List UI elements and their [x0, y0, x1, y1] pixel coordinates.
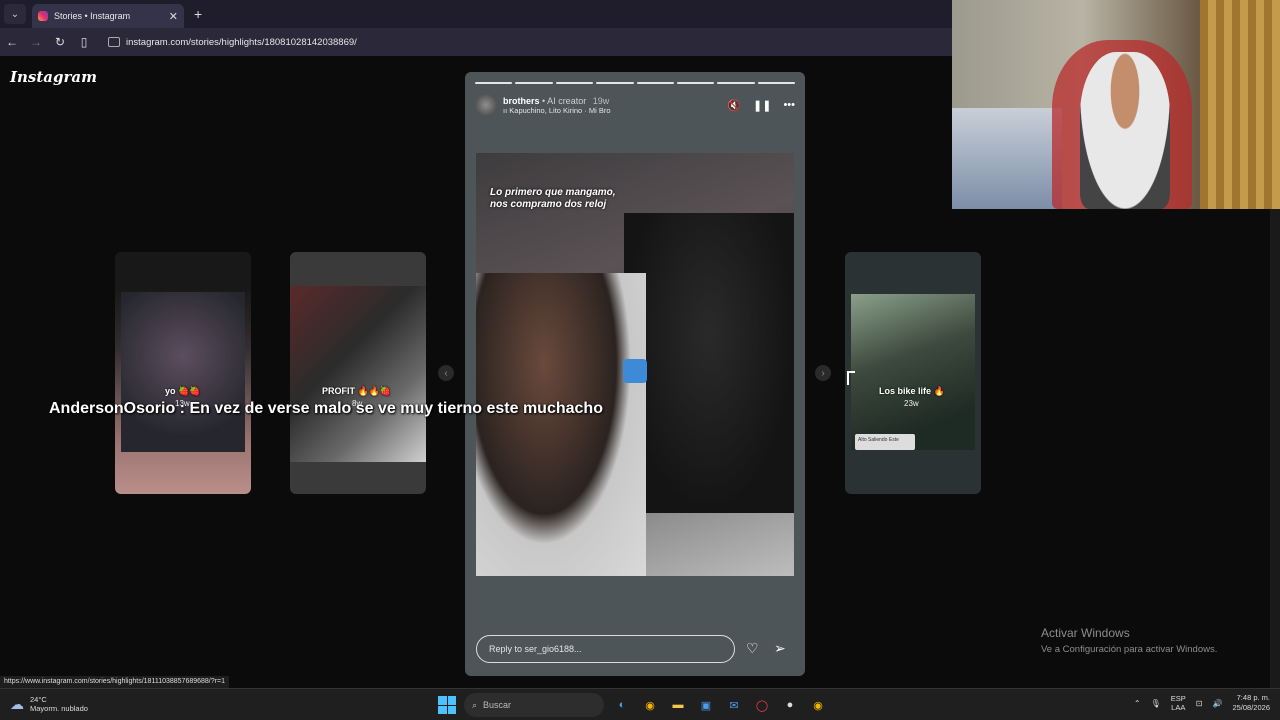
previous-story-arrow-icon[interactable]: ‹ [438, 365, 454, 381]
new-tab-plus-icon[interactable]: + [194, 6, 202, 22]
windows-activation-watermark: Activar Windows Ve a Configuración para … [1041, 626, 1218, 655]
story-preview-label-1: yo 🍓🍓 [165, 386, 201, 396]
chrome-active-icon[interactable]: ◉ [808, 695, 828, 715]
link-status-url: https://www.instagram.com/stories/highli… [0, 676, 229, 688]
instagram-favicon-icon [38, 11, 48, 21]
windows-taskbar: ☁ 24°C Mayorm. nublado ⌕ Buscar ◐ ◉ ▬ ▣ … [0, 688, 1280, 720]
network-icon[interactable]: ⊡ [1196, 699, 1203, 708]
file-explorer-icon[interactable]: ▬ [668, 695, 688, 715]
url-text: instagram.com/stories/highlights/1808102… [126, 36, 357, 48]
chrome-icon[interactable]: ◉ [640, 695, 660, 715]
clock[interactable]: 7:48 p. m. 25/08/2026 [1232, 693, 1270, 713]
webcam-overlay [952, 0, 1280, 209]
weather-desc: Mayorm. nublado [30, 704, 88, 713]
address-bar[interactable]: instagram.com/stories/highlights/1808102… [102, 31, 922, 53]
story-preview-age-3: 23w [904, 399, 919, 408]
story-progress-bar [475, 82, 795, 84]
search-icon: ⌕ [472, 699, 478, 710]
system-tray: ⌃ 🎙 ESP LAA ⊡ 🔊 7:48 p. m. 25/08/2026 [1134, 693, 1270, 713]
story-preview-card-1[interactable] [115, 252, 251, 494]
story-preview-label-2: PROFIT 🔥🔥🍓 [322, 386, 392, 396]
site-info-icon[interactable] [108, 37, 120, 47]
opera-icon[interactable]: ◯ [752, 695, 772, 715]
back-arrow-icon[interactable]: ← [0, 35, 24, 49]
story-photo-caption: Lo primero que mangamo, nos compramo dos… [490, 187, 616, 210]
story-music[interactable]: ıı Kapuchino, Lito Kirino · Mi Bro [503, 106, 611, 115]
weather-temp: 24°C [30, 695, 47, 704]
browser-tab-bar: ⌄ Stories • Instagram ✕ + [0, 0, 952, 28]
forward-arrow-icon[interactable]: → [24, 35, 48, 49]
send-icon[interactable]: ➢ [774, 640, 786, 657]
story-header: brothers • AI creator 19w ıı Kapuchino, … [475, 92, 795, 118]
browser-toolbar: ← → ↻ ▯ instagram.com/stories/highlights… [0, 28, 952, 56]
story-age: 19w [592, 95, 610, 106]
story-username[interactable]: brothers [503, 96, 540, 106]
like-heart-icon[interactable]: ♡ [746, 640, 759, 657]
windows-start-icon[interactable] [438, 696, 456, 714]
ai-creator-badge: • AI creator [542, 95, 587, 106]
sticker-icon [623, 359, 647, 383]
reload-icon[interactable]: ↻ [48, 35, 72, 49]
next-story-arrow-icon[interactable]: › [815, 365, 831, 381]
instagram-logo[interactable]: Instagram [10, 68, 97, 86]
mute-icon[interactable]: 🔇 [727, 99, 741, 112]
reply-input[interactable]: Reply to ser_gio6188... [476, 635, 735, 663]
story-preview-chip: Alto Saliendo Este [855, 434, 915, 450]
sidebar-toggle-icon[interactable]: ▯ [72, 35, 96, 49]
story-preview-image [290, 286, 426, 462]
active-story[interactable]: brothers • AI creator 19w ıı Kapuchino, … [465, 72, 805, 676]
outlook-icon[interactable]: ✉ [724, 695, 744, 715]
story-preview-image [121, 292, 245, 452]
weather-widget[interactable]: ☁ 24°C Mayorm. nublado [10, 695, 88, 713]
mouse-cursor-icon [847, 371, 855, 385]
microphone-icon[interactable]: 🎙 [1151, 699, 1161, 708]
more-options-icon[interactable]: ••• [783, 99, 795, 111]
cloud-icon: ☁ [10, 695, 24, 712]
story-photo: Lo primero que mangamo, nos compramo dos… [476, 153, 794, 576]
search-placeholder: Buscar [483, 700, 512, 710]
tab-list-chevron-icon[interactable]: ⌄ [4, 4, 26, 24]
volume-icon[interactable]: 🔊 [1212, 699, 1222, 708]
avatar[interactable] [475, 94, 497, 116]
tray-chevron-icon[interactable]: ⌃ [1134, 699, 1141, 708]
close-tab-icon[interactable]: ✕ [169, 10, 178, 23]
taskbar-search[interactable]: ⌕ Buscar [464, 693, 604, 717]
obs-icon[interactable]: ● [780, 695, 800, 715]
story-preview-image [851, 294, 975, 450]
music-track-text: Kapuchino, Lito Kirino · Mi Bro [509, 105, 611, 115]
story-preview-card-3[interactable]: Alto Saliendo Este [845, 252, 981, 494]
language-indicator[interactable]: ESP LAA [1171, 694, 1186, 712]
story-preview-label-3: Los bike life 🔥 [879, 386, 945, 396]
tab-instagram-stories[interactable]: Stories • Instagram ✕ [32, 4, 184, 28]
edge-icon[interactable]: ◐ [612, 695, 632, 715]
pause-icon[interactable]: ❚❚ [753, 99, 771, 112]
tab-title: Stories • Instagram [54, 11, 131, 21]
story-preview-card-2[interactable] [290, 252, 426, 494]
store-icon[interactable]: ▣ [696, 695, 716, 715]
stream-chat-overlay: AndersonOsorio : En vez de verse malo se… [49, 400, 603, 417]
